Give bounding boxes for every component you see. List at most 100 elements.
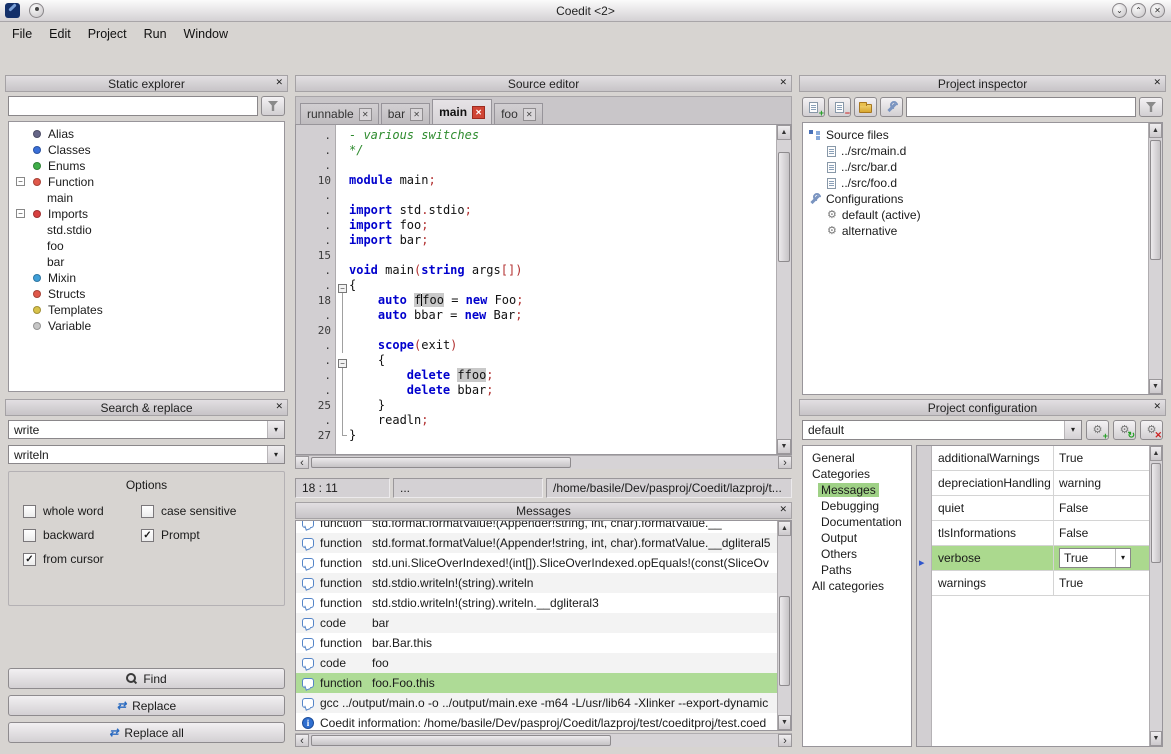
code-line[interactable]: 27} bbox=[296, 428, 776, 443]
code-line[interactable]: . delete ffoo; bbox=[296, 368, 776, 383]
inspector-vertical-scrollbar[interactable]: ▲ ▼ bbox=[1148, 123, 1162, 394]
category-debugging[interactable]: Debugging bbox=[803, 498, 911, 514]
scrollbar-track[interactable] bbox=[309, 456, 778, 469]
message-row[interactable]: gcc ../output/main.o -o ../output/main.e… bbox=[296, 693, 777, 713]
fold-margin[interactable]: − bbox=[336, 278, 349, 293]
remove-source-button[interactable]: − bbox=[828, 97, 851, 117]
minimize-button[interactable]: ⌄ bbox=[1112, 3, 1127, 18]
code-line[interactable]: 18 auto ffoo = new Foo; bbox=[296, 293, 776, 308]
code-line[interactable]: .import foo; bbox=[296, 218, 776, 233]
scrollbar-thumb[interactable] bbox=[1151, 463, 1161, 563]
checkbox-icon[interactable] bbox=[23, 529, 36, 542]
property-value[interactable]: False bbox=[1054, 521, 1149, 545]
tab-main[interactable]: main✕ bbox=[432, 99, 492, 124]
scroll-up-icon[interactable]: ▲ bbox=[1150, 446, 1162, 461]
open-folder-button[interactable] bbox=[854, 97, 877, 117]
message-row[interactable]: codebar bbox=[296, 613, 777, 633]
code-editor[interactable]: .- various switches.*/.10module main;..i… bbox=[295, 124, 792, 455]
message-row[interactable]: functionbar.Bar.this bbox=[296, 633, 777, 653]
category-categories[interactable]: Categories bbox=[803, 466, 911, 482]
code-line[interactable]: .- various switches bbox=[296, 128, 776, 143]
symbol-filter-input[interactable] bbox=[8, 96, 258, 116]
tab-close-icon[interactable]: ✕ bbox=[410, 108, 423, 121]
category-others[interactable]: Others bbox=[803, 546, 911, 562]
property-row-additionalwarnings[interactable]: additionalWarningsTrue bbox=[932, 446, 1149, 471]
scroll-right-icon[interactable]: › bbox=[778, 734, 792, 747]
code-line[interactable]: .import std.stdio; bbox=[296, 203, 776, 218]
code-line[interactable]: .− { bbox=[296, 353, 776, 368]
scroll-down-icon[interactable]: ▼ bbox=[777, 439, 791, 454]
scroll-down-icon[interactable]: ▼ bbox=[1149, 379, 1162, 394]
replace-button[interactable]: ⇄ Replace bbox=[8, 695, 285, 716]
inspector-item-alternative[interactable]: ⚙alternative bbox=[803, 223, 1162, 239]
property-row-tlsinformations[interactable]: tlsInformationsFalse bbox=[932, 521, 1149, 546]
tree-item-function[interactable]: −Function bbox=[9, 174, 284, 190]
code-line[interactable]: .import bar; bbox=[296, 233, 776, 248]
checkbox-whole-word[interactable]: whole word bbox=[23, 504, 104, 518]
message-row[interactable]: functionstd.stdio.writeln!(string).write… bbox=[296, 573, 777, 593]
scrollbar-track[interactable] bbox=[1149, 138, 1162, 379]
configuration-combo[interactable]: default ▾ bbox=[802, 420, 1082, 440]
scroll-right-icon[interactable]: › bbox=[778, 456, 792, 469]
delete-configuration-button[interactable]: ⚙✕ bbox=[1140, 420, 1163, 440]
code-line[interactable]: . scope(exit) bbox=[296, 338, 776, 353]
property-value[interactable]: True bbox=[1054, 571, 1149, 595]
tree-item-bar[interactable]: bar bbox=[9, 254, 284, 270]
inspector-item-src-bar-d[interactable]: ../src/bar.d bbox=[803, 159, 1162, 175]
filter-button[interactable] bbox=[261, 96, 285, 116]
category-general[interactable]: General bbox=[803, 450, 911, 466]
tree-item-classes[interactable]: Classes bbox=[9, 142, 284, 158]
scrollbar-thumb[interactable] bbox=[311, 735, 611, 746]
scrollbar-thumb[interactable] bbox=[778, 152, 790, 262]
tree-item-templates[interactable]: Templates bbox=[9, 302, 284, 318]
static-explorer-header[interactable]: Static explorer ✕ bbox=[5, 75, 288, 92]
category-documentation[interactable]: Documentation bbox=[803, 514, 911, 530]
inspector-item-src-main-d[interactable]: ../src/main.d bbox=[803, 143, 1162, 159]
checkbox-from-cursor[interactable]: ✓from cursor bbox=[23, 552, 104, 566]
tab-close-icon[interactable]: ✕ bbox=[472, 106, 485, 119]
message-row[interactable]: iCoedit information: /home/basile/Dev/pa… bbox=[296, 713, 777, 731]
inspector-item-source-files[interactable]: Source files bbox=[803, 127, 1162, 143]
close-panel-icon[interactable]: ✕ bbox=[1153, 77, 1161, 88]
inspector-item-default-active[interactable]: ⚙default (active) bbox=[803, 207, 1162, 223]
property-row-verbose[interactable]: verboseTrue▾ bbox=[932, 546, 1149, 571]
checkbox-icon[interactable]: ✓ bbox=[23, 553, 36, 566]
scroll-up-icon[interactable]: ▲ bbox=[1149, 123, 1162, 138]
inspector-item-configurations[interactable]: Configurations bbox=[803, 191, 1162, 207]
tree-item-foo[interactable]: foo bbox=[9, 238, 284, 254]
code-line[interactable]: . auto bbar = new Bar; bbox=[296, 308, 776, 323]
chevron-down-icon[interactable]: ▾ bbox=[267, 446, 284, 463]
collapse-expander-icon[interactable]: − bbox=[16, 177, 25, 186]
scrollbar-thumb[interactable] bbox=[311, 457, 571, 468]
window-titlebar[interactable]: Coedit <2> ⌄ ⌃ ✕ bbox=[0, 0, 1171, 22]
close-panel-icon[interactable]: ✕ bbox=[779, 504, 787, 515]
replace-all-button[interactable]: ⇄ Replace all bbox=[8, 722, 285, 743]
checkbox-prompt[interactable]: ✓Prompt bbox=[141, 528, 236, 542]
collapse-expander-icon[interactable]: − bbox=[16, 209, 25, 218]
tree-item-std-stdio[interactable]: std.stdio bbox=[9, 222, 284, 238]
close-button[interactable]: ✕ bbox=[1150, 3, 1165, 18]
messages-vertical-scrollbar[interactable]: ▲ ▼ bbox=[777, 521, 791, 730]
checkbox-case-sensitive[interactable]: case sensitive bbox=[141, 504, 236, 518]
tab-close-icon[interactable]: ✕ bbox=[359, 108, 372, 121]
source-editor-header[interactable]: Source editor ✕ bbox=[295, 75, 792, 92]
category-output[interactable]: Output bbox=[803, 530, 911, 546]
category-messages[interactable]: Messages bbox=[803, 482, 911, 498]
tree-item-structs[interactable]: Structs bbox=[9, 286, 284, 302]
tree-item-main[interactable]: main bbox=[9, 190, 284, 206]
property-row-depreciationhandling[interactable]: depreciationHandlingwarning bbox=[932, 471, 1149, 496]
tree-item-imports[interactable]: −Imports bbox=[9, 206, 284, 222]
property-value[interactable]: warning bbox=[1054, 471, 1149, 495]
project-tools-button[interactable] bbox=[880, 97, 903, 117]
tree-item-enums[interactable]: Enums bbox=[9, 158, 284, 174]
tree-item-mixin[interactable]: Mixin bbox=[9, 270, 284, 286]
close-panel-icon[interactable]: ✕ bbox=[275, 401, 283, 412]
menu-item-run[interactable]: Run bbox=[144, 27, 167, 41]
code-line[interactable]: .*/ bbox=[296, 143, 776, 158]
scroll-down-icon[interactable]: ▼ bbox=[1150, 731, 1162, 746]
checkbox-backward[interactable]: backward bbox=[23, 528, 104, 542]
maximize-button[interactable]: ⌃ bbox=[1131, 3, 1146, 18]
message-row[interactable]: functionstd.format.formatValue!(Appender… bbox=[296, 533, 777, 553]
chevron-down-icon[interactable]: ▾ bbox=[1064, 421, 1081, 439]
fold-collapse-icon[interactable]: − bbox=[338, 359, 347, 368]
